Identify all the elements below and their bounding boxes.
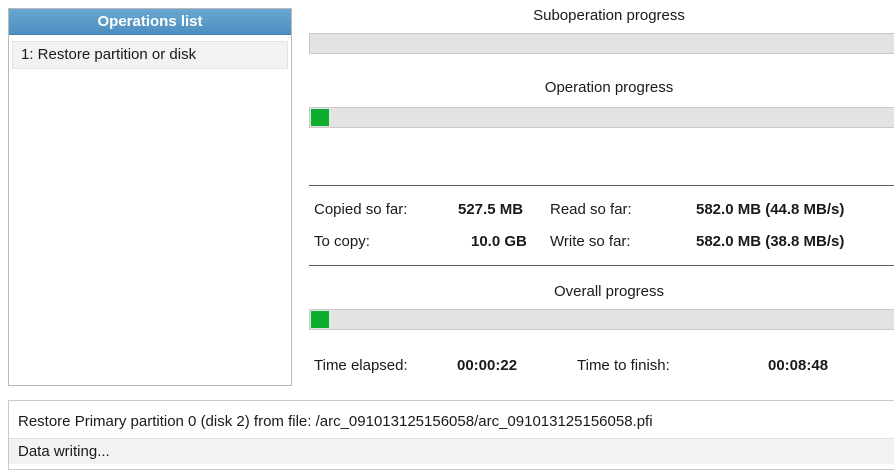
overall-progress-title: Overall progress [553,283,665,300]
write-label: Write so far: [550,233,631,250]
write-value: 582.0 MB (38.8 MB/s) [696,233,845,250]
overall-progress-bar [309,309,894,330]
read-value: 582.0 MB (44.8 MB/s) [696,201,845,218]
copied-label: Copied so far: [314,201,408,218]
operations-list-panel: Operations list 1: Restore partition or … [8,8,292,386]
operation-progress-fill [311,109,329,126]
operation-progress-title: Operation progress [544,79,674,96]
operation-list-item[interactable]: 1: Restore partition or disk [12,41,288,69]
to-copy-value: 10.0 GB [471,233,527,250]
suboperation-progress-title: Suboperation progress [533,7,685,24]
overall-progress-fill [311,311,329,328]
time-to-finish-value: 00:08:48 [768,357,829,374]
to-copy-label: To copy: [314,233,370,250]
operations-list-header: Operations list [9,9,291,35]
time-to-finish-label: Time to finish: [577,357,670,374]
time-elapsed-value: 00:00:22 [457,357,518,374]
read-label: Read so far: [550,201,632,218]
separator-top [309,185,894,186]
progress-area: Suboperation progress Operation progress… [309,0,894,390]
status-log: Restore Primary partition 0 (disk 2) fro… [8,400,894,470]
time-elapsed-label: Time elapsed: [314,357,408,374]
suboperation-progress-bar [309,33,894,54]
copied-value: 527.5 MB [458,201,524,218]
operation-progress-bar [309,107,894,128]
status-message: Restore Primary partition 0 (disk 2) fro… [18,413,653,430]
separator-bottom [309,265,894,266]
status-substep: Data writing... [9,438,894,464]
